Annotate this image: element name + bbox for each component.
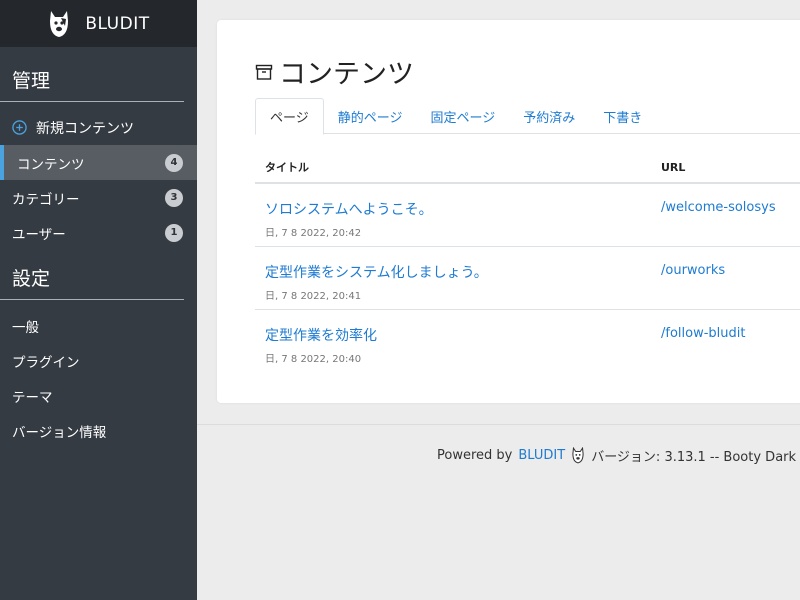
sidebar-item-general[interactable]: 一般 [0, 308, 197, 343]
sidebar-item-label: 新規コンテンツ [36, 120, 134, 137]
footer-divider [197, 424, 800, 425]
brand-bar[interactable]: BLUDIT [0, 0, 197, 47]
archive-icon [255, 64, 273, 80]
cell-title: 定型作業をシステム化しましょう。 日, 7 8 2022, 20:41 [255, 262, 661, 302]
content-tabs: ページ 静的ページ 固定ページ 予約済み 下書き [255, 98, 800, 135]
content-table: タイトル URL ソロシステムへようこそ。 日, 7 8 2022, 20:42… [255, 152, 800, 373]
post-url-link[interactable]: /follow-bludit [661, 326, 800, 341]
post-url-link[interactable]: /welcome-solosys [661, 200, 800, 215]
brand-name: BLUDIT [85, 13, 150, 34]
sidebar-item-users[interactable]: ユーザー 1 [0, 215, 197, 250]
sidebar-item-label: コンテンツ [17, 156, 85, 173]
post-title-link[interactable]: 定型作業をシステム化しましょう。 [265, 262, 661, 282]
tab-scheduled[interactable]: 予約済み [509, 98, 589, 134]
count-badge: 3 [165, 188, 183, 207]
page-title: コンテンツ [279, 59, 414, 90]
sidebar-item-label: ユーザー [12, 226, 66, 243]
sidebar-item-label: バージョン情報 [12, 424, 107, 441]
footer: Powered by BLUDIT バージョン: 3.13.1 -- Booty… [437, 446, 800, 465]
plus-circle-icon [12, 120, 27, 135]
nav-list-manage: 新規コンテンツ コンテンツ 4 カテゴリー 3 ユーザー 1 [0, 102, 197, 250]
cell-url: /welcome-solosys [661, 199, 800, 215]
table-header: タイトル URL [255, 152, 800, 184]
sidebar-item-label: プラグイン [12, 354, 80, 371]
bludit-logo-icon [572, 447, 584, 464]
sidebar-item-content[interactable]: コンテンツ 4 [0, 145, 197, 180]
sidebar-item-label: テーマ [12, 389, 53, 406]
column-header-url: URL [661, 160, 686, 174]
cell-url: /ourworks [661, 262, 800, 278]
cell-url: /follow-bludit [661, 325, 800, 341]
footer-version: バージョン: 3.13.1 -- Booty Dark Adm [591, 450, 800, 465]
section-title-manage: 管理 [0, 47, 184, 102]
sidebar-item-categories[interactable]: カテゴリー 3 [0, 180, 197, 215]
content-card: コンテンツ ページ 静的ページ 固定ページ 予約済み 下書き タイトル URL … [217, 20, 800, 403]
section-title-settings: 設定 [0, 250, 184, 300]
tab-static-pages[interactable]: 静的ページ [324, 98, 417, 134]
page-header: コンテンツ [255, 52, 414, 91]
cell-title: 定型作業を効率化 日, 7 8 2022, 20:40 [255, 325, 661, 365]
tab-sticky-pages[interactable]: 固定ページ [417, 98, 510, 134]
table-row: 定型作業を効率化 日, 7 8 2022, 20:40 /follow-blud… [255, 310, 800, 373]
footer-brand-link[interactable]: BLUDIT [518, 448, 565, 463]
tab-pages[interactable]: ページ [255, 98, 324, 135]
count-badge: 4 [165, 153, 183, 172]
sidebar-item-label: 一般 [12, 319, 39, 336]
footer-prefix: Powered by [437, 448, 513, 463]
post-url-link[interactable]: /ourworks [661, 263, 800, 278]
cell-title: ソロシステムへようこそ。 日, 7 8 2022, 20:42 [255, 199, 661, 239]
sidebar-item-themes[interactable]: テーマ [0, 378, 197, 413]
sidebar-item-label: カテゴリー [12, 191, 80, 208]
table-row: ソロシステムへようこそ。 日, 7 8 2022, 20:42 /welcome… [255, 184, 800, 247]
sidebar-item-plugins[interactable]: プラグイン [0, 343, 197, 378]
post-title-link[interactable]: 定型作業を効率化 [265, 325, 661, 345]
sidebar: BLUDIT 管理 新規コンテンツ コンテンツ 4 カテゴリー 3 ユーザー 1… [0, 0, 197, 600]
post-title-link[interactable]: ソロシステムへようこそ。 [265, 199, 661, 219]
sidebar-item-new-content[interactable]: 新規コンテンツ [0, 110, 197, 145]
post-date: 日, 7 8 2022, 20:41 [265, 291, 362, 302]
column-header-title: タイトル [265, 161, 309, 174]
sidebar-item-about[interactable]: バージョン情報 [0, 413, 197, 448]
tab-drafts[interactable]: 下書き [589, 98, 656, 134]
bludit-logo-icon [50, 10, 69, 37]
post-date: 日, 7 8 2022, 20:40 [265, 354, 362, 365]
table-row: 定型作業をシステム化しましょう。 日, 7 8 2022, 20:41 /our… [255, 247, 800, 310]
post-date: 日, 7 8 2022, 20:42 [265, 228, 362, 239]
nav-list-settings: 一般 プラグイン テーマ バージョン情報 [0, 300, 197, 448]
count-badge: 1 [165, 223, 183, 242]
main-content: コンテンツ ページ 静的ページ 固定ページ 予約済み 下書き タイトル URL … [197, 0, 800, 600]
